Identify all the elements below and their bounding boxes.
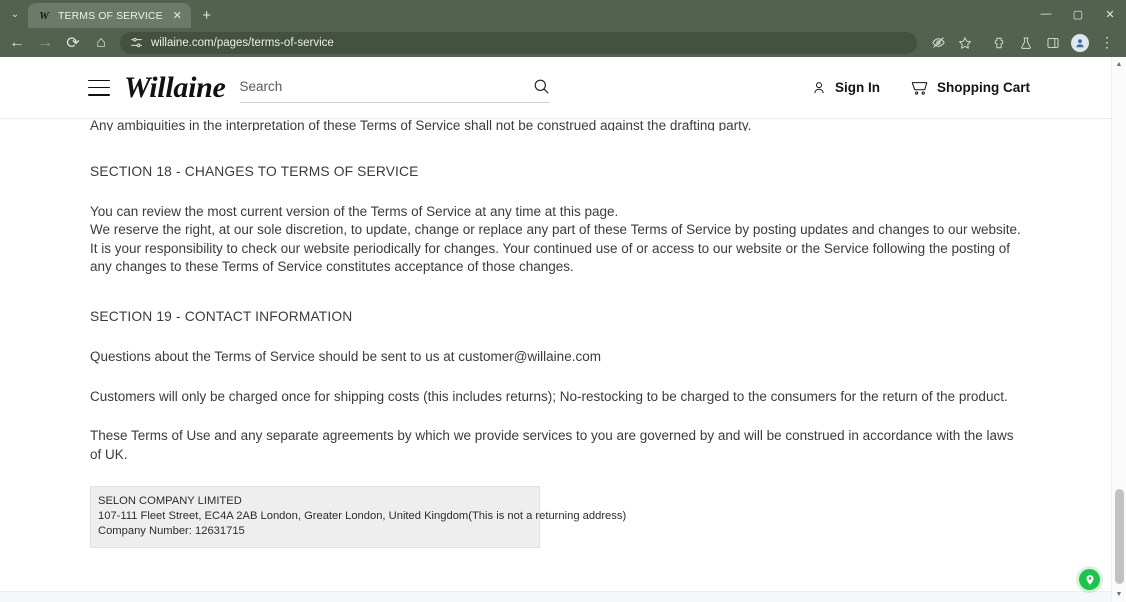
company-name: SELON COMPANY LIMITED (98, 494, 529, 509)
close-tab-icon[interactable]: ✕ (170, 8, 185, 23)
scroll-up-arrow[interactable]: ▲ (1112, 57, 1126, 72)
extensions-icon[interactable] (986, 31, 1012, 55)
section-19-paragraph-1: Questions about the Terms of Service sho… (90, 348, 1025, 366)
maximize-button[interactable]: ▢ (1062, 0, 1094, 28)
company-number: Company Number: 12631715 (98, 524, 529, 539)
toolbar-actions: ⋮ (925, 31, 1120, 55)
new-tab-button[interactable]: + (194, 3, 220, 27)
more-menu-icon[interactable]: ⋮ (1094, 31, 1120, 55)
cutoff-text: Any ambiguities in the interpretation of… (90, 119, 751, 131)
search-box[interactable] (240, 73, 550, 103)
forward-icon[interactable]: → (32, 31, 58, 55)
minimize-button[interactable]: — (1030, 0, 1062, 28)
tab-title: TERMS OF SERVICE (58, 10, 163, 22)
menu-icon[interactable] (88, 80, 110, 96)
willaine-favicon-icon: W (37, 9, 51, 23)
section-19-heading: SECTION 19 - CONTACT INFORMATION (90, 309, 1036, 324)
section-19-paragraph-3: These Terms of Use and any separate agre… (90, 427, 1025, 464)
user-icon (811, 80, 827, 96)
eye-slash-icon[interactable] (925, 31, 951, 55)
address-bar[interactable]: willaine.com/pages/terms-of-service (120, 32, 917, 54)
labs-flask-icon[interactable] (1013, 31, 1039, 55)
section-18-paragraph-2: We reserve the right, at our sole discre… (90, 221, 1025, 276)
section-18-paragraph-1: You can review the most current version … (90, 203, 1025, 221)
scroll-down-arrow[interactable]: ▼ (1112, 587, 1126, 602)
home-icon[interactable]: ⌂ (88, 31, 114, 55)
site-logo[interactable]: Willaine (124, 71, 226, 105)
tab-strip: ⌄ W TERMS OF SERVICE ✕ + — ▢ ✕ (0, 0, 1126, 28)
window-controls: — ▢ ✕ (1030, 0, 1126, 28)
section-18-heading: SECTION 18 - CHANGES TO TERMS OF SERVICE (90, 164, 1036, 179)
bookmark-star-icon[interactable] (952, 31, 978, 55)
browser-tab[interactable]: W TERMS OF SERVICE ✕ (28, 3, 191, 28)
url-text: willaine.com/pages/terms-of-service (151, 37, 334, 49)
sign-in-label: Sign In (835, 80, 880, 95)
page-scrollbar[interactable]: ▲ ▼ (1111, 57, 1126, 602)
search-input[interactable] (240, 79, 533, 94)
company-info-box: SELON COMPANY LIMITED 107-111 Fleet Stre… (90, 486, 540, 548)
company-address: 107-111 Fleet Street, EC4A 2AB London, G… (98, 509, 529, 524)
sign-in-link[interactable]: Sign In (811, 80, 880, 96)
site-header: Willaine Sign In (0, 57, 1126, 119)
avatar (1071, 34, 1089, 52)
section-19-paragraph-2: Customers will only be charged once for … (90, 388, 1025, 406)
cart-label: Shopping Cart (937, 80, 1030, 95)
browser-window: ⌄ W TERMS OF SERVICE ✕ + — ▢ ✕ ← → ⟳ ⌂ w… (0, 0, 1126, 602)
site-footer: Policy CONTACT US FREQUENTLY ASKED Infor… (0, 591, 1126, 602)
close-window-button[interactable]: ✕ (1094, 0, 1126, 28)
search-icon[interactable] (533, 78, 550, 95)
header-actions: Sign In Shopping Cart (811, 79, 1030, 96)
browser-toolbar: ← → ⟳ ⌂ willaine.com/pages/terms-of-serv… (0, 28, 1126, 57)
chat-location-widget[interactable] (1079, 569, 1100, 590)
tab-search-icon[interactable]: ⌄ (2, 1, 28, 27)
tune-icon[interactable] (130, 36, 143, 49)
side-panel-icon[interactable] (1040, 31, 1066, 55)
page-content: Any ambiguities in the interpretation of… (0, 119, 1126, 548)
scrolled-off-paragraph: Any ambiguities in the interpretation of… (90, 119, 1036, 131)
shopping-cart-link[interactable]: Shopping Cart (910, 79, 1030, 96)
cart-icon (910, 79, 929, 96)
page-viewport: Willaine Sign In (0, 57, 1126, 602)
back-icon[interactable]: ← (4, 31, 30, 55)
reload-icon[interactable]: ⟳ (60, 31, 86, 55)
scrollbar-thumb[interactable] (1115, 489, 1124, 584)
profile-avatar-icon[interactable] (1067, 31, 1093, 55)
